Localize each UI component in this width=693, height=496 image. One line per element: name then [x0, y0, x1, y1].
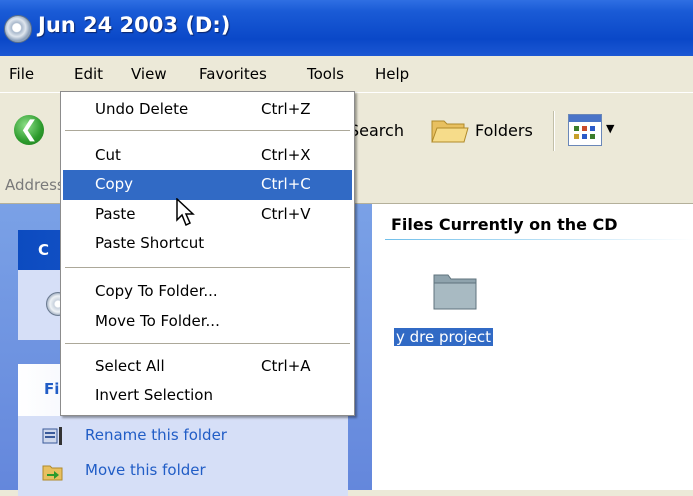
views-icon	[568, 114, 602, 146]
menu-item-shortcut: Ctrl+X	[261, 146, 311, 164]
menu-tools[interactable]: Tools	[307, 65, 344, 83]
menu-item-shortcut: Ctrl+Z	[261, 100, 311, 118]
menu-file[interactable]: File	[9, 65, 34, 83]
window-title: Jun 24 2003 (D:)	[38, 13, 231, 37]
rename-icon	[42, 427, 62, 445]
drive-icon	[4, 15, 32, 43]
menu-item-label: Undo Delete	[95, 100, 189, 118]
group-heading: Files Currently on the CD	[391, 215, 618, 234]
menu-help[interactable]: Help	[375, 65, 409, 83]
views-button[interactable]: ▼	[566, 112, 628, 148]
menu-item-label: Paste Shortcut	[95, 234, 205, 252]
menu-favorites[interactable]: Favorites	[199, 65, 267, 83]
menu-separator	[65, 267, 350, 268]
menu-item-shortcut: Ctrl+V	[261, 205, 311, 223]
folder-name-label[interactable]: y dre project	[394, 328, 494, 346]
folders-label: Folders	[475, 121, 533, 140]
menu-item-shortcut: Ctrl+C	[261, 175, 311, 193]
menu-item-label: Move To Folder...	[95, 312, 220, 330]
chevron-down-icon: ▼	[606, 122, 615, 135]
task-label: Move this folder	[85, 461, 206, 479]
menu-item-copy-to-folder[interactable]: Copy To Folder...	[63, 277, 352, 307]
menu-separator	[65, 130, 350, 131]
toolbar-separator	[553, 111, 555, 151]
menu-item-cut[interactable]: Cut Ctrl+X	[63, 141, 352, 171]
menu-item-invert-selection[interactable]: Invert Selection	[63, 381, 352, 411]
menu-item-paste-shortcut[interactable]: Paste Shortcut	[63, 229, 352, 259]
rename-folder-task[interactable]: Rename this folder	[42, 426, 227, 445]
search-button[interactable]: Search	[349, 121, 404, 140]
move-icon	[42, 465, 63, 481]
panel2-title: Fi	[44, 380, 60, 398]
menu-item-label: Cut	[95, 146, 121, 164]
folders-icon	[431, 120, 469, 143]
back-icon[interactable]: ❮	[14, 115, 44, 145]
address-label: Address	[5, 176, 65, 194]
menu-item-copy[interactable]: Copy Ctrl+C	[63, 170, 352, 200]
menu-item-undo-delete[interactable]: Undo Delete Ctrl+Z	[63, 95, 352, 125]
menu-item-move-to-folder[interactable]: Move To Folder...	[63, 307, 352, 337]
folders-button[interactable]: Folders	[428, 111, 543, 149]
menu-item-shortcut: Ctrl+A	[261, 357, 311, 375]
menu-item-select-all[interactable]: Select All Ctrl+A	[63, 352, 352, 382]
menu-separator	[65, 343, 350, 344]
file-list-pane[interactable]: Files Currently on the CD y dre project	[372, 204, 693, 490]
title-bar[interactable]: Jun 24 2003 (D:)	[0, 0, 693, 56]
edit-menu-dropdown: Undo Delete Ctrl+Z Cut Ctrl+X Copy Ctrl+…	[60, 91, 355, 416]
menu-item-paste[interactable]: Paste Ctrl+V	[63, 200, 352, 230]
folder-icon[interactable]	[432, 267, 478, 311]
heading-divider	[385, 239, 693, 240]
panel2-body: Rename this folder Move this folder	[18, 416, 348, 496]
menu-item-label: Copy	[95, 175, 134, 193]
menu-item-label: Select All	[95, 357, 165, 375]
menu-bar: File Edit View Favorites Tools Help	[0, 56, 693, 92]
menu-item-label: Copy To Folder...	[95, 282, 218, 300]
menu-view[interactable]: View	[131, 65, 167, 83]
panel1-title: C	[38, 241, 50, 259]
move-folder-task[interactable]: Move this folder	[42, 461, 206, 481]
menu-edit[interactable]: Edit	[74, 65, 103, 83]
task-label: Rename this folder	[85, 426, 227, 444]
menu-item-label: Invert Selection	[95, 386, 213, 404]
menu-item-label: Paste	[95, 205, 136, 223]
cursor-icon	[176, 198, 195, 227]
